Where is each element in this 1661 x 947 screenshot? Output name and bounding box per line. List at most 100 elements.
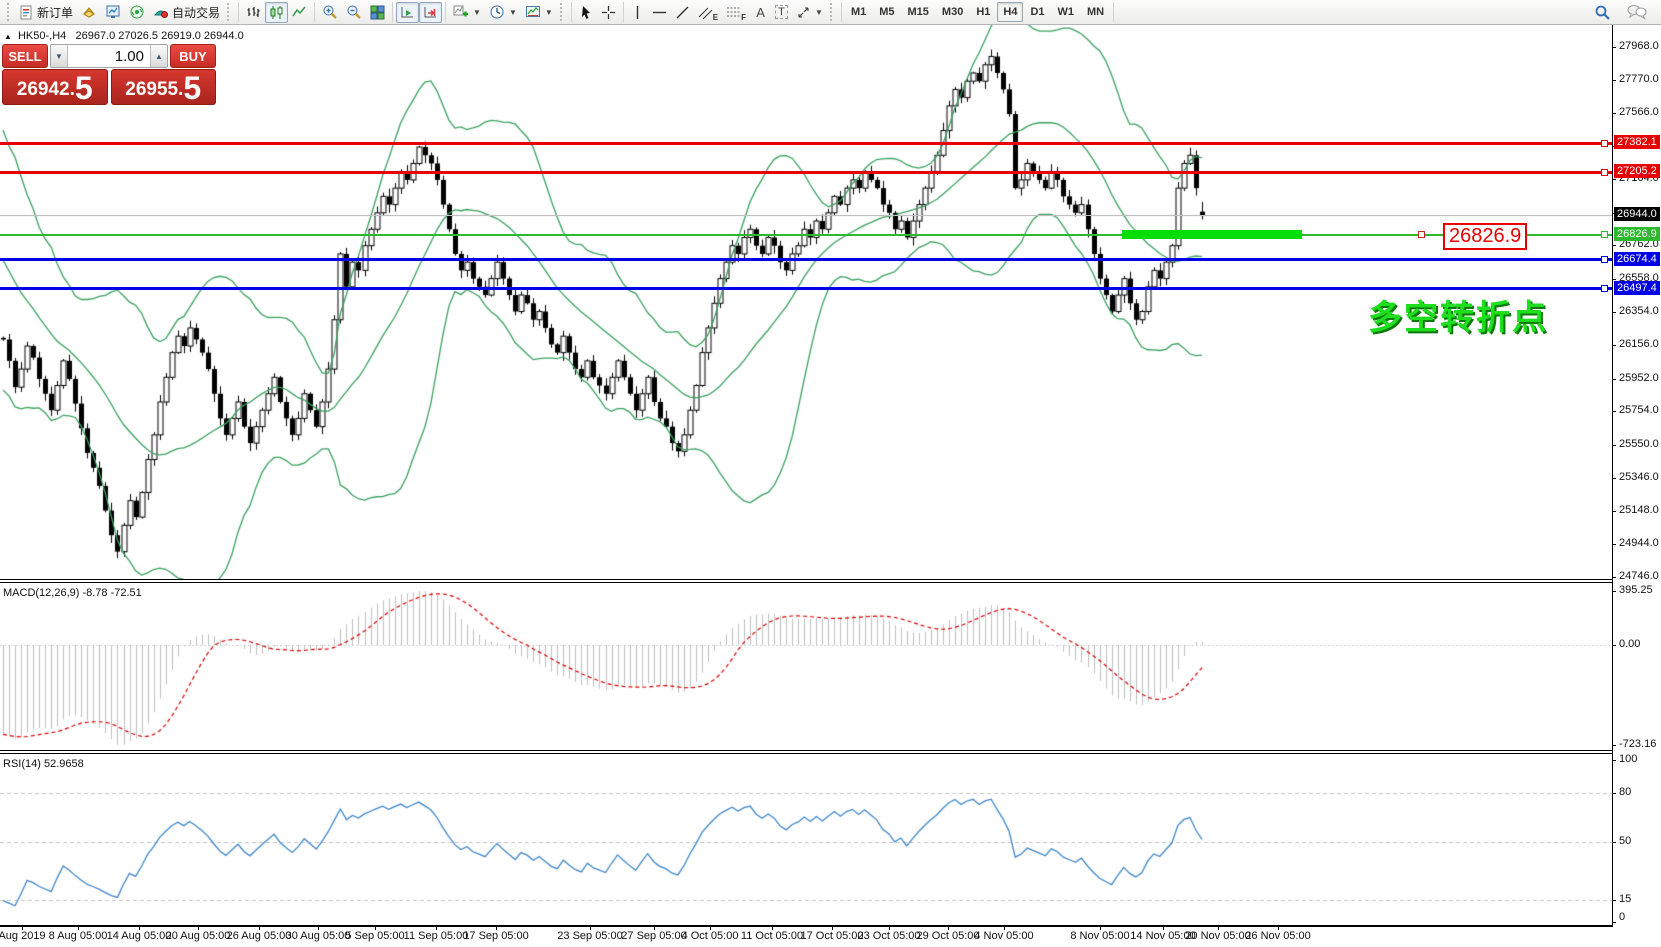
deposit-button[interactable] — [77, 2, 101, 23]
zoom-in-button[interactable] — [318, 2, 342, 23]
toolbar-grip[interactable] — [830, 3, 835, 21]
price-tick-mark — [1612, 113, 1616, 114]
new-order-icon — [19, 5, 34, 20]
chart-symbol-period: HK50-,H4 — [18, 30, 66, 42]
price-tick-mark — [1612, 179, 1616, 180]
horizontal-line-button[interactable] — [648, 2, 671, 23]
templates-button[interactable]: ▼ — [521, 2, 557, 23]
zoom-out-button[interactable] — [342, 2, 366, 23]
time-tick-mark — [1004, 925, 1005, 930]
horizontal-line-27205.2[interactable] — [0, 171, 1612, 174]
chart-shift-button[interactable] — [419, 2, 442, 23]
time-axis[interactable]: Aug 20198 Aug 05:0014 Aug 05:0020 Aug 05… — [0, 927, 1661, 947]
line-end-marker — [1601, 169, 1608, 176]
toolbar-separator — [238, 2, 239, 22]
buy-button[interactable]: BUY — [170, 44, 216, 68]
cursor-button[interactable] — [575, 2, 597, 23]
line-end-marker — [1601, 256, 1608, 263]
line-price-label: 26674.4 — [1614, 252, 1660, 266]
timeframe-button-mn[interactable]: MN — [1081, 2, 1110, 22]
price-tick-label: 26354.0 — [1619, 305, 1659, 317]
arrows-button[interactable]: ▼ — [792, 2, 827, 23]
timeframe-button-m1[interactable]: M1 — [845, 2, 872, 22]
crosshair-button[interactable] — [597, 2, 620, 23]
rsi-tick-label: 100 — [1619, 753, 1637, 765]
timeframe-button-m15[interactable]: M15 — [902, 2, 935, 22]
indicators-button[interactable]: ▼ — [449, 2, 485, 23]
fibonacci-button[interactable]: F — [722, 2, 750, 23]
toolbar-separator — [392, 2, 393, 22]
time-axis-label: Aug 2019 — [0, 930, 46, 942]
time-axis-label: 26 Nov 05:00 — [1245, 930, 1310, 942]
toolbar-grip[interactable] — [560, 3, 565, 21]
new-order-label: 新订单 — [37, 4, 73, 21]
horizontal-line-26674.4[interactable] — [0, 258, 1612, 261]
rsi-tick-mark — [1612, 922, 1616, 923]
autotrading-button[interactable]: 自动交易 — [149, 2, 224, 23]
turning-point-note[interactable]: 多空转折点 — [1368, 290, 1548, 339]
time-tick-mark — [889, 925, 890, 930]
periods-button[interactable]: ▼ — [485, 2, 521, 23]
macd-tick-mark — [1612, 645, 1616, 646]
toolbar-separator — [445, 2, 446, 22]
bar-chart-button[interactable] — [242, 2, 265, 23]
vertical-line-button[interactable] — [627, 2, 648, 23]
macd-tick-mark — [1612, 745, 1616, 746]
sell-button[interactable]: SELL — [2, 44, 48, 68]
timeframe-button-h1[interactable]: H1 — [970, 2, 996, 22]
rsi-canvas[interactable] — [0, 754, 1612, 925]
line-chart-button[interactable] — [288, 2, 311, 23]
channel-letter: E — [713, 13, 718, 22]
signals-button[interactable] — [125, 2, 149, 23]
equidistant-channel-button[interactable]: E — [694, 2, 722, 23]
indicators-icon — [453, 4, 469, 20]
highlighted-line-segment[interactable] — [1122, 230, 1302, 239]
fibonacci-icon — [726, 5, 741, 20]
toolbar-grip[interactable] — [7, 3, 12, 21]
macd-canvas[interactable] — [0, 583, 1612, 750]
new-order-button[interactable]: 新订单 — [15, 2, 77, 23]
timeframe-button-d1[interactable]: D1 — [1024, 2, 1050, 22]
horizontal-line-26826.9[interactable] — [0, 234, 1612, 236]
volume-increase-button[interactable]: ▲ — [150, 45, 167, 67]
line-price-label: 27205.2 — [1614, 164, 1660, 178]
volume-decrease-button[interactable]: ▼ — [51, 45, 68, 67]
terminal-button[interactable] — [101, 2, 125, 23]
timeframe-button-h4[interactable]: H4 — [997, 2, 1023, 22]
sell-price-box[interactable]: 26942.5 — [2, 69, 108, 105]
auto-scroll-button[interactable] — [396, 2, 419, 23]
timeframe-button-m30[interactable]: M30 — [936, 2, 969, 22]
line-end-marker — [1601, 285, 1608, 292]
trade-prices-row: 26942.5 26955.5 — [2, 69, 216, 105]
collapse-arrow-icon[interactable]: ▲ — [4, 32, 12, 41]
text-label-button[interactable]: T — [771, 2, 792, 23]
buy-price-main: 26955 — [125, 77, 178, 103]
volume-value[interactable]: 1.00 — [68, 45, 150, 67]
macd-tick-label: -723.16 — [1619, 738, 1656, 750]
price-tick-label: 27566.0 — [1619, 106, 1659, 118]
trendline-button[interactable] — [671, 2, 694, 23]
candlestick-chart-button[interactable] — [265, 2, 288, 23]
time-tick-mark — [375, 925, 376, 930]
horizontal-line-27382.1[interactable] — [0, 142, 1612, 145]
timeframe-button-m5[interactable]: M5 — [873, 2, 900, 22]
fibo-letter: F — [741, 13, 746, 22]
macd-label: MACD(12,26,9) -8.78 -72.51 — [3, 587, 142, 599]
timeframe-button-w1[interactable]: W1 — [1052, 2, 1081, 22]
autotrading-icon — [153, 4, 169, 20]
time-tick-mark — [496, 925, 497, 930]
time-tick-mark — [198, 925, 199, 930]
horizontal-line-icon — [652, 6, 667, 19]
text-tool-letter: A — [756, 5, 765, 20]
toolbar-separator — [623, 2, 624, 22]
line-selection-handle[interactable] — [1418, 231, 1425, 238]
label-tool-letter: T — [775, 5, 788, 19]
time-axis-label: 30 Aug 05:00 — [286, 930, 351, 942]
toolbar-grip[interactable] — [227, 3, 232, 21]
text-button[interactable]: A — [750, 2, 771, 23]
line-end-marker — [1601, 140, 1608, 147]
tile-windows-button[interactable] — [366, 2, 389, 23]
price-axis[interactable]: 27968.027770.027566.027368.027164.026960… — [1612, 0, 1661, 947]
buy-price-box[interactable]: 26955.5 — [111, 69, 217, 105]
price-annotation-label[interactable]: 26826.9 — [1443, 223, 1527, 250]
